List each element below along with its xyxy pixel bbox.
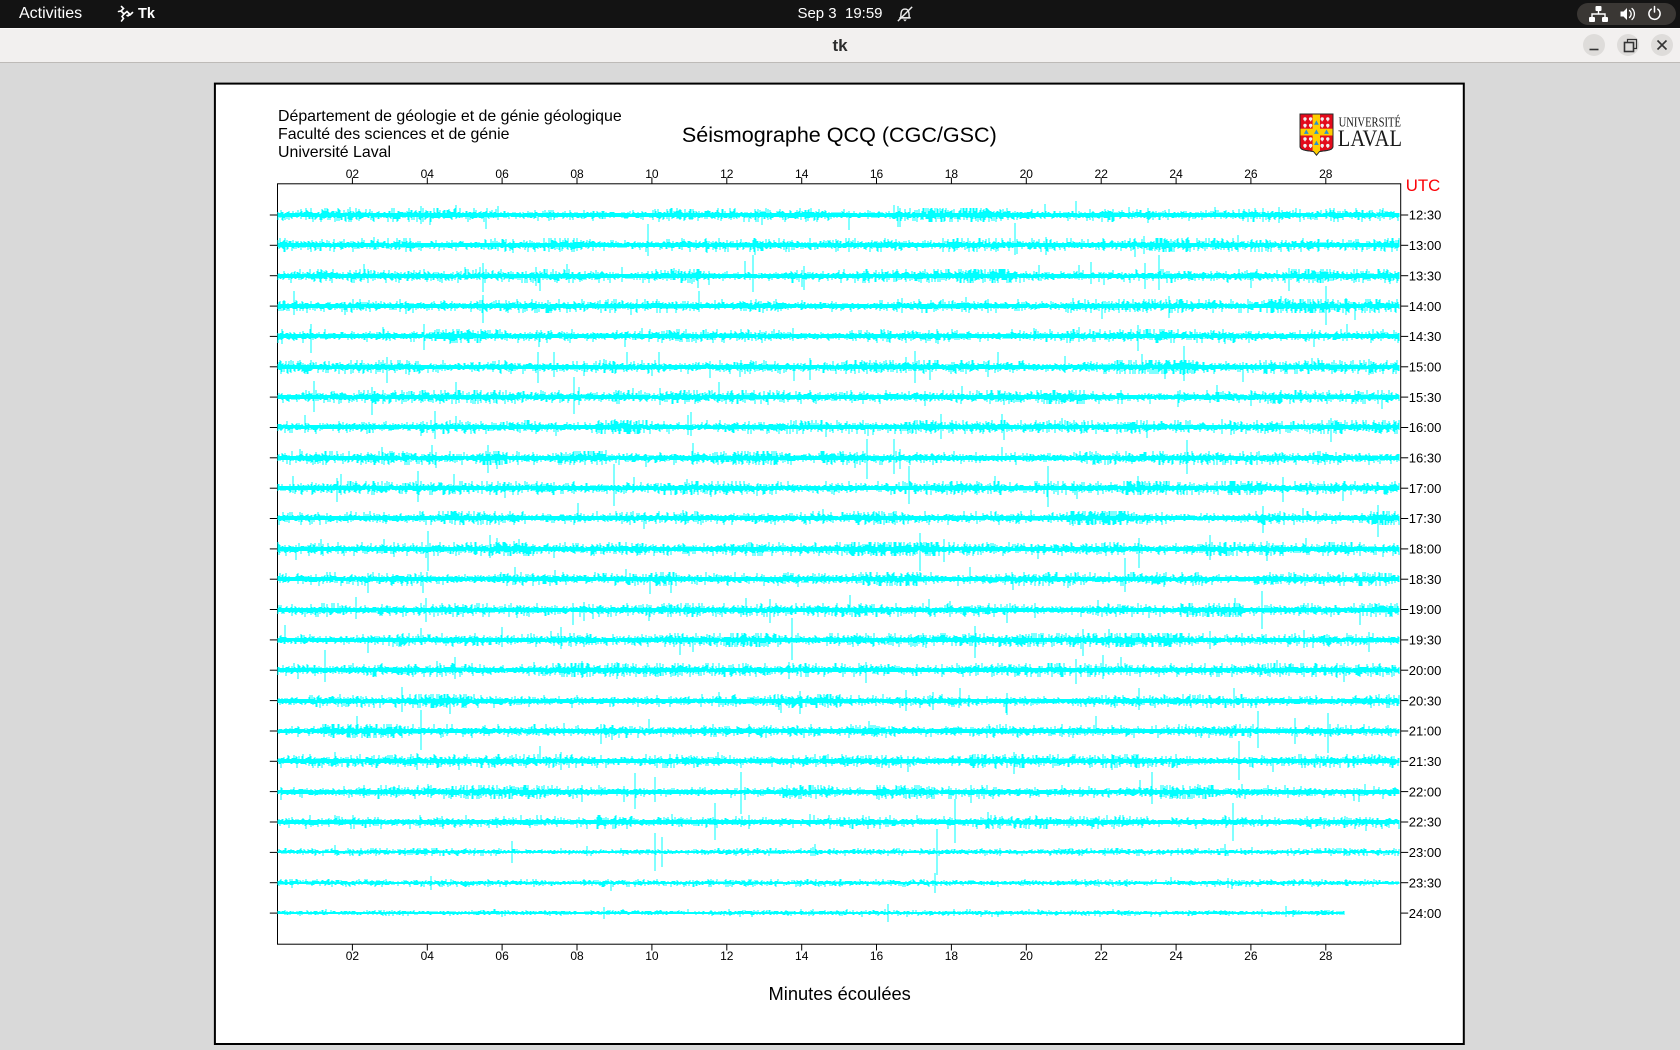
svg-text:04: 04 bbox=[421, 949, 435, 963]
svg-text:16:30: 16:30 bbox=[1409, 451, 1442, 466]
svg-text:22:00: 22:00 bbox=[1409, 784, 1442, 799]
svg-text:02: 02 bbox=[346, 949, 360, 963]
svg-text:17:30: 17:30 bbox=[1409, 511, 1442, 526]
svg-text:16:00: 16:00 bbox=[1409, 420, 1442, 435]
svg-text:06: 06 bbox=[495, 949, 509, 963]
svg-text:20:00: 20:00 bbox=[1409, 663, 1442, 678]
svg-text:Département de géologie et de: Département de géologie et de génie géol… bbox=[278, 108, 622, 125]
svg-text:19:00: 19:00 bbox=[1409, 602, 1442, 617]
svg-text:Séismographe QCQ (CGC/GSC): Séismographe QCQ (CGC/GSC) bbox=[682, 122, 997, 147]
svg-text:23:30: 23:30 bbox=[1409, 875, 1442, 890]
svg-text:Minutes écoulées: Minutes écoulées bbox=[769, 983, 911, 1004]
svg-text:UTC: UTC bbox=[1406, 176, 1441, 195]
svg-text:08: 08 bbox=[570, 949, 584, 963]
svg-text:13:30: 13:30 bbox=[1409, 268, 1442, 283]
svg-text:22:30: 22:30 bbox=[1409, 815, 1442, 830]
svg-text:24:00: 24:00 bbox=[1409, 906, 1442, 921]
svg-text:18:00: 18:00 bbox=[1409, 542, 1442, 557]
svg-text:12:30: 12:30 bbox=[1409, 208, 1442, 223]
svg-text:20:30: 20:30 bbox=[1409, 693, 1442, 708]
svg-text:28: 28 bbox=[1319, 949, 1333, 963]
svg-text:21:30: 21:30 bbox=[1409, 754, 1442, 769]
svg-text:10: 10 bbox=[645, 949, 659, 963]
svg-text:15:30: 15:30 bbox=[1409, 390, 1442, 405]
svg-text:14:30: 14:30 bbox=[1409, 329, 1442, 344]
svg-text:24: 24 bbox=[1169, 949, 1183, 963]
svg-text:13:00: 13:00 bbox=[1409, 238, 1442, 253]
svg-text:20: 20 bbox=[1020, 949, 1034, 963]
svg-text:15:00: 15:00 bbox=[1409, 359, 1442, 374]
svg-text:23:00: 23:00 bbox=[1409, 845, 1442, 860]
svg-text:Faculté des sciences et de gén: Faculté des sciences et de génie bbox=[278, 126, 510, 143]
svg-text:14:00: 14:00 bbox=[1409, 299, 1442, 314]
svg-text:Université Laval: Université Laval bbox=[278, 144, 391, 161]
svg-text:18: 18 bbox=[945, 949, 959, 963]
svg-text:26: 26 bbox=[1244, 949, 1258, 963]
svg-text:12: 12 bbox=[720, 949, 734, 963]
svg-text:19:30: 19:30 bbox=[1409, 633, 1442, 648]
svg-text:22: 22 bbox=[1095, 949, 1109, 963]
svg-text:18:30: 18:30 bbox=[1409, 572, 1442, 587]
svg-text:14: 14 bbox=[795, 949, 809, 963]
svg-text:21:00: 21:00 bbox=[1409, 724, 1442, 739]
svg-text:17:00: 17:00 bbox=[1409, 481, 1442, 496]
svg-text:LAVAL: LAVAL bbox=[1338, 126, 1402, 152]
svg-text:16: 16 bbox=[870, 949, 884, 963]
